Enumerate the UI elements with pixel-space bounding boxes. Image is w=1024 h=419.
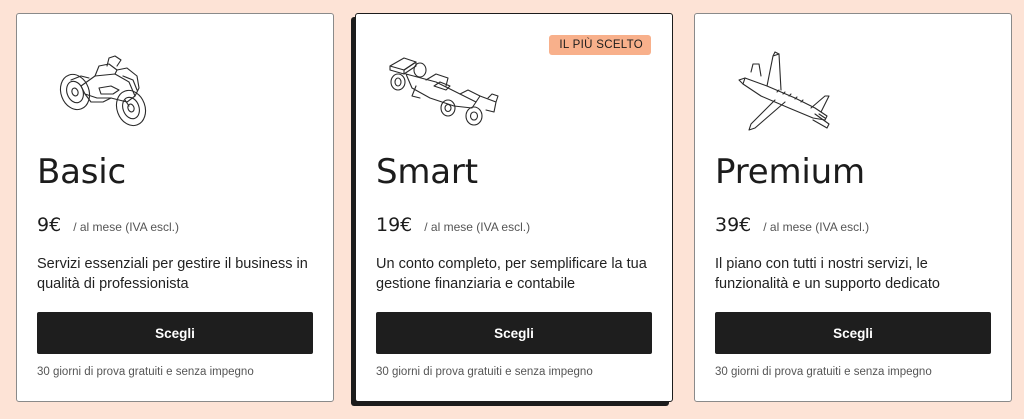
plan-name: Premium [715,152,865,192]
plan-description: Il piano con tutti i nostri servizi, le … [715,256,940,292]
plan-name: Smart [376,152,478,192]
plan-description: Servizi essenziali per gestire il busine… [37,256,308,292]
price-note: / al mese (IVA escl.) [424,220,531,234]
plan-card-premium: Premium 39€ / al mese (IVA escl.) Il pia… [694,13,1012,402]
price-note: / al mese (IVA escl.) [763,220,870,234]
price-row: 39€ / al mese (IVA escl.) [715,214,869,236]
trial-note: 30 giorni di prova gratuiti e senza impe… [715,366,932,378]
plan-description: Un conto completo, per semplificare la t… [376,256,647,292]
race-car-icon [376,36,506,136]
choose-premium-button[interactable]: Scegli [715,312,991,354]
plan-price: 9€ [37,214,62,236]
trial-note: 30 giorni di prova gratuiti e senza impe… [376,366,593,378]
plan-card-smart: IL PIÙ SCELTO Smart 19€ / al mese (IVA e… [355,13,673,402]
price-row: 19€ / al mese (IVA escl.) [376,214,530,236]
trial-note: 30 giorni di prova gratuiti e senza impe… [37,366,254,378]
most-chosen-badge: IL PIÙ SCELTO [549,35,651,55]
choose-smart-button[interactable]: Scegli [376,312,652,354]
plan-name: Basic [37,152,127,192]
price-note: / al mese (IVA escl.) [73,220,179,234]
choose-basic-button[interactable]: Scegli [37,312,313,354]
motorcycle-icon [37,36,167,136]
plan-card-basic: Basic 9€ / al mese (IVA escl.) Servizi e… [16,13,334,402]
airplane-icon [715,36,845,136]
plan-price: 19€ [376,214,413,236]
price-row: 9€ / al mese (IVA escl.) [37,214,179,236]
plan-price: 39€ [715,214,752,236]
